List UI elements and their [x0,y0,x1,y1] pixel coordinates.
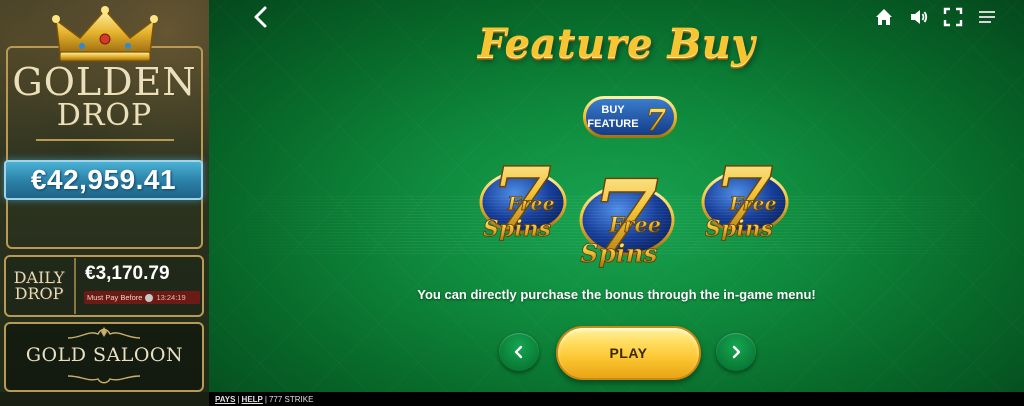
free-spins-word-free: Free [608,212,661,237]
golden-drop-title-line2: DROP [56,98,153,133]
jackpot-panel: GOLDEN DROP €42,959.41 DAILY DROP €3,170… [0,0,209,406]
ornament-bottom-icon [68,375,140,384]
golden-drop-amount: €42,959.41 [30,164,177,195]
free-spins-word-free: Free [728,193,776,215]
ornament-top-icon [68,327,140,339]
golden-drop-amount-box: €42,959.41 [4,160,203,200]
feature-buy-screen: Feature Buy BUY FEATURE 7 7 Free Spins 7… [209,0,1024,392]
side-footer [0,392,209,406]
must-pay-text: Must Pay Before [87,293,143,302]
gold-saloon-title: GOLD SALOON [25,344,184,366]
daily-drop-divider [74,258,76,314]
play-button[interactable]: PLAY [556,326,701,380]
free-spins-seven: 7 [712,154,773,251]
daily-drop-amount: €3,170.79 [85,263,170,284]
footer-bar: PAYS | HELP | 777 STRIKE [209,392,1024,406]
free-spins-icon-left: 7 Free Spins [479,154,567,252]
free-spins-word-spins: Spins [705,216,773,242]
daily-drop-label-line2: DROP [14,284,64,303]
badge-line1: BUY [601,104,625,116]
footer-separator: | [264,394,267,404]
feature-description: You can directly purchase the bonus thro… [417,287,816,302]
daily-drop-label: DAILY DROP [6,270,72,302]
game-name: 777 STRIKE [268,394,314,404]
must-pay-badge: Must Pay Before 13:24:19 [84,291,200,304]
crown-icon [52,6,158,62]
ornament-divider [36,139,174,141]
free-spins-icon-right: 7 Free Spins [701,154,789,252]
play-button-label: PLAY [609,345,648,361]
chevron-left-icon [514,345,523,359]
free-spins-icon-center: 7 Free Spins [579,166,675,275]
game-screen: GOLDEN DROP €42,959.41 DAILY DROP €3,170… [0,0,1024,406]
pays-link[interactable]: PAYS [215,395,235,404]
clock-icon [145,293,154,302]
free-spins-word-spins: Spins [580,239,657,268]
badge-line2: FEATURE [587,118,638,130]
must-pay-timer: 13:24:19 [156,293,186,302]
feature-buy-title: Feature Buy [477,20,756,67]
previous-button[interactable] [499,333,539,371]
free-spins-word-spins: Spins [483,216,551,242]
chevron-right-icon [732,345,741,359]
buy-feature-badge: BUY FEATURE 7 [583,96,677,138]
free-spins-seven: 7 [490,154,551,251]
badge-number: 7 [646,103,667,138]
free-spins-word-free: Free [506,193,554,215]
footer-separator: | [237,394,240,404]
help-link[interactable]: HELP [242,395,263,404]
next-button[interactable] [716,333,756,371]
